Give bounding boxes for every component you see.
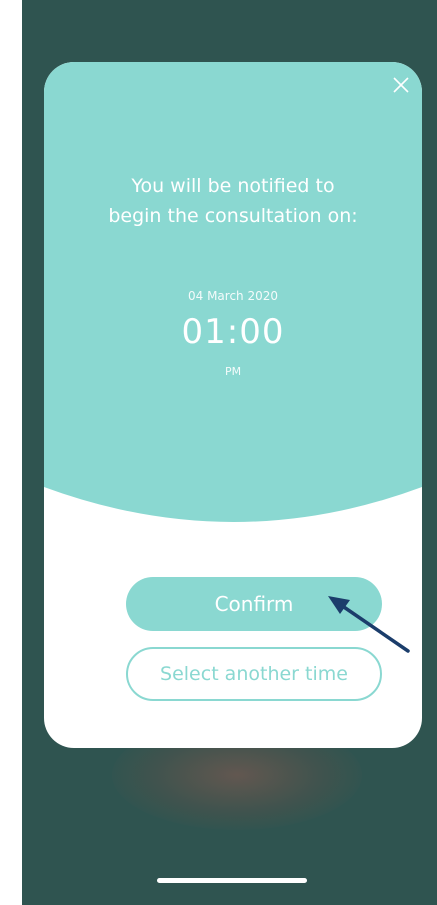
close-icon[interactable] [390, 74, 412, 96]
notification-message: You will be notified to begin the consul… [44, 171, 422, 231]
appointment-date: 04 March 2020 [187, 289, 279, 303]
appointment-time: 01:00 [181, 312, 285, 352]
appointment-meridiem: PM [224, 365, 242, 378]
app-screen: You will be notified to begin the consul… [22, 0, 437, 905]
message-line-2: begin the consultation on: [108, 205, 358, 227]
annotation-arrow-icon [328, 596, 410, 653]
message-line-1: You will be notified to [131, 175, 335, 197]
home-indicator[interactable] [157, 878, 307, 883]
